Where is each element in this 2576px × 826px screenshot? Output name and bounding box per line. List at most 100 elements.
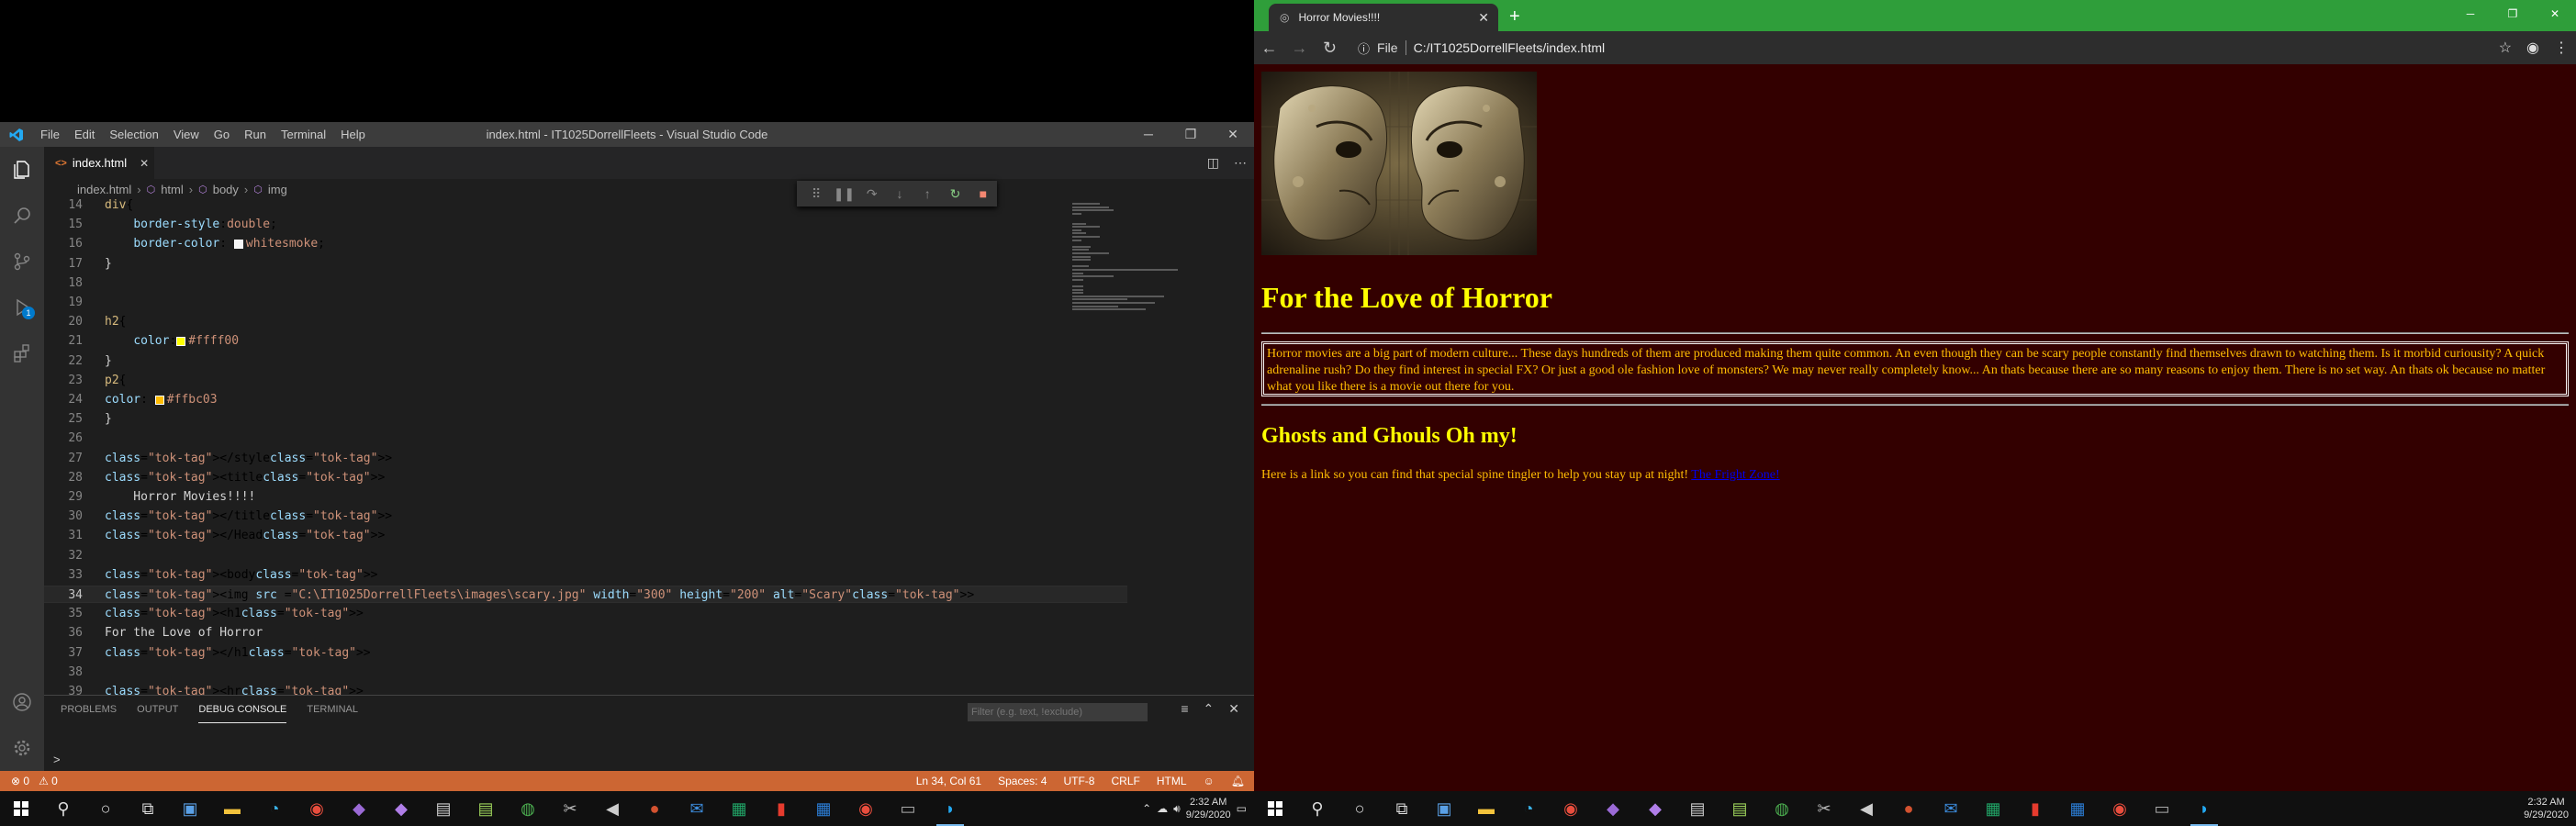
status-item[interactable]: CRLF — [1111, 775, 1139, 787]
excel-icon[interactable]: ▦ — [718, 791, 760, 826]
close-button[interactable]: ✕ — [1212, 122, 1254, 147]
maximize-panel-icon[interactable]: ⌃ — [1204, 701, 1215, 717]
errors-count[interactable]: ⊗ 0 — [11, 775, 29, 787]
minimize-button[interactable]: ─ — [1127, 122, 1170, 147]
code-line[interactable]: 38 — [44, 664, 1127, 681]
breadcrumb-img[interactable]: img — [268, 183, 287, 196]
breadcrumb-html[interactable]: html — [161, 183, 184, 196]
feedback-icon[interactable]: ☺ — [1204, 775, 1215, 787]
extensions-icon[interactable] — [0, 330, 44, 376]
bell-icon[interactable]: 🔔︎ — [1231, 775, 1245, 787]
notes-icon[interactable]: ▤ — [465, 791, 507, 826]
app-icon[interactable]: ◍ — [1761, 791, 1803, 826]
status-item[interactable]: Spaces: 4 — [998, 775, 1047, 787]
windows-start-icon[interactable] — [0, 791, 42, 826]
code-line[interactable]: 25} — [44, 410, 1127, 428]
code-line[interactable]: 34 class="tok-tag"><img src ="C:\IT1025Do… — [44, 586, 1127, 603]
menu-item-run[interactable]: Run — [237, 122, 274, 147]
powerpoint-icon[interactable]: ● — [633, 791, 676, 826]
url-text[interactable]: C:/IT1025DorrellFleets/index.html — [1414, 40, 1606, 55]
step-into-icon[interactable]: ↓ — [886, 186, 913, 201]
code-line[interactable]: 15 border-style:double; — [44, 216, 1127, 233]
edge-icon[interactable]: ◔ — [1507, 791, 1550, 826]
breadcrumb-file[interactable]: index.html — [77, 183, 131, 196]
tab-debug-console[interactable]: DEBUG CONSOLE — [198, 697, 287, 723]
code-line[interactable]: 18 — [44, 274, 1127, 292]
menu-item-terminal[interactable]: Terminal — [274, 122, 333, 147]
menu-item-view[interactable]: View — [166, 122, 207, 147]
profile-icon[interactable]: ◉ — [2526, 39, 2539, 57]
notepad-icon[interactable]: ▤ — [422, 791, 465, 826]
code-line[interactable]: 26 — [44, 430, 1127, 447]
status-item[interactable]: Ln 34, Col 61 — [916, 775, 981, 787]
app-icon[interactable]: ▭ — [2141, 791, 2183, 826]
app-icon[interactable]: ◍ — [507, 791, 549, 826]
visual-studio-icon[interactable]: ◆ — [380, 791, 422, 826]
color-swatch[interactable] — [176, 336, 186, 346]
clock[interactable]: 2:32 AM 9/29/2020 — [1186, 796, 1231, 821]
word-icon[interactable]: ▦ — [2056, 791, 2099, 826]
code-line[interactable]: 19 — [44, 294, 1127, 311]
app-icon[interactable]: ▣ — [169, 791, 211, 826]
new-tab-button[interactable]: + — [1509, 4, 1520, 29]
media-icon[interactable]: ◀ — [1845, 791, 1887, 826]
close-panel-icon[interactable]: ✕ — [1228, 701, 1239, 717]
fright-zone-link[interactable]: The Fright Zone! — [1691, 468, 1779, 482]
breadcrumb-body[interactable]: body — [213, 183, 239, 196]
tab-index-html[interactable]: <> index.html ✕ — [44, 147, 154, 179]
code-line[interactable]: 31 class="tok-tag"></Headclass="tok-tag">… — [44, 527, 1127, 544]
task-view-icon[interactable]: ⧉ — [127, 791, 169, 826]
minimize-button[interactable]: ─ — [2449, 0, 2492, 28]
status-item[interactable]: HTML — [1157, 775, 1187, 787]
vscode-taskbar-icon[interactable]: ◗ — [929, 791, 971, 826]
step-out-icon[interactable]: ↑ — [913, 186, 941, 201]
console-prompt[interactable]: > — [53, 753, 61, 766]
tab-problems[interactable]: PROBLEMS — [61, 696, 117, 723]
notification-icon[interactable]: ▭ — [1237, 802, 1247, 815]
network-icon[interactable]: ☁ — [1157, 802, 1168, 815]
code-line[interactable]: 23 p2{ — [44, 372, 1127, 389]
star-icon[interactable]: ☆ — [2499, 39, 2512, 57]
info-icon[interactable]: ⓘ — [1358, 39, 1370, 57]
forward-icon[interactable]: → — [1284, 39, 1315, 58]
filezilla-icon[interactable]: ▮ — [760, 791, 802, 826]
visual-studio-icon[interactable]: ◆ — [1592, 791, 1634, 826]
close-button[interactable]: ✕ — [2534, 0, 2576, 28]
app-icon[interactable]: ▭ — [887, 791, 929, 826]
tab-close-icon[interactable]: ✕ — [140, 157, 149, 170]
chrome-icon[interactable]: ◉ — [296, 791, 338, 826]
split-editor-icon[interactable]: ◫ — [1207, 155, 1219, 171]
clear-console-icon[interactable]: ≡ — [1181, 701, 1188, 717]
code-line[interactable]: 17} — [44, 255, 1127, 273]
cortana-icon[interactable]: ○ — [1338, 791, 1381, 826]
tab-close-icon[interactable]: ✕ — [1478, 10, 1489, 26]
task-view-icon[interactable]: ⧉ — [1381, 791, 1423, 826]
vscode-taskbar-icon[interactable]: ◗ — [2183, 791, 2225, 826]
code-line[interactable]: 29 Horror Movies!!!! — [44, 488, 1127, 506]
step-over-icon[interactable]: ↷ — [858, 186, 886, 202]
clock[interactable]: 2:32 AM 9/29/2020 — [2524, 796, 2569, 821]
code-line[interactable]: 33 class="tok-tag"><bodyclass="tok-tag">> — [44, 566, 1127, 584]
edge-icon[interactable]: ◔ — [253, 791, 296, 826]
cortana-icon[interactable]: ○ — [84, 791, 127, 826]
menu-item-go[interactable]: Go — [207, 122, 237, 147]
tools-icon[interactable]: ✂ — [549, 791, 591, 826]
code-line[interactable]: 39 class="tok-tag"><hrclass="tok-tag">> — [44, 683, 1127, 695]
powerpoint-icon[interactable]: ● — [1887, 791, 1930, 826]
chrome-icon[interactable]: ◉ — [845, 791, 887, 826]
code-line[interactable]: 27 class="tok-tag"></styleclass="tok-tag"… — [44, 450, 1127, 467]
code-line[interactable]: 16 border-color: whitesmoke; — [44, 235, 1127, 252]
code-line[interactable]: 37 class="tok-tag"></h1class="tok-tag">> — [44, 644, 1127, 662]
app-icon[interactable]: ▣ — [1423, 791, 1465, 826]
color-swatch[interactable] — [154, 395, 164, 405]
mail-icon[interactable]: ✉ — [676, 791, 718, 826]
account-icon[interactable] — [0, 679, 44, 725]
run-debug-icon[interactable]: 1 — [0, 285, 44, 330]
menu-item-file[interactable]: File — [33, 122, 67, 147]
reload-icon[interactable]: ↻ — [1315, 39, 1345, 58]
browser-tab[interactable]: ◎ Horror Movies!!!! ✕ — [1269, 4, 1498, 31]
code-line[interactable]: 30 class="tok-tag"></titleclass="tok-tag"… — [44, 508, 1127, 525]
code-line[interactable]: 36 For the Love of Horror — [44, 624, 1127, 642]
excel-icon[interactable]: ▦ — [1972, 791, 2014, 826]
code-line[interactable]: 21 color: #ffff00 — [44, 332, 1127, 350]
